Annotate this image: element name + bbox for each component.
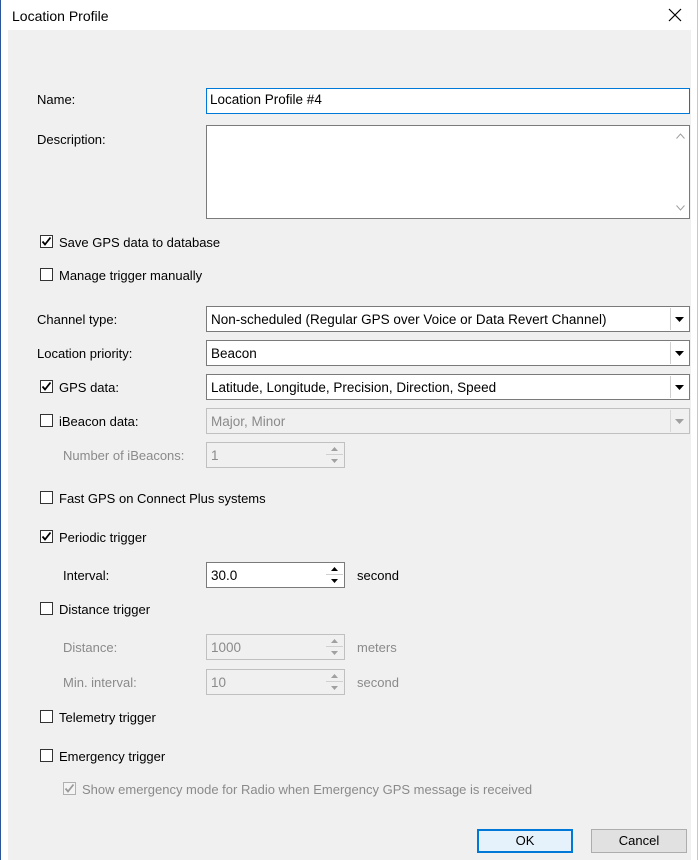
spin-up-button[interactable] <box>326 636 343 647</box>
spin-up-button[interactable] <box>326 564 343 575</box>
spin-down-icon <box>331 458 338 463</box>
ibeacon-data-checkbox[interactable] <box>40 414 53 427</box>
show-emergency-checkbox[interactable] <box>63 782 76 795</box>
spin-up-icon <box>331 447 338 451</box>
name-label: Name: <box>37 92 76 107</box>
periodic-trigger-label: Periodic trigger <box>59 530 147 545</box>
manage-trigger-checkbox[interactable] <box>40 268 53 281</box>
telemetry-trigger-checkbox[interactable] <box>40 710 53 723</box>
spin-down-button[interactable] <box>326 455 343 466</box>
spin-down-icon <box>331 650 338 655</box>
location-priority-dropdown-button[interactable] <box>670 342 688 364</box>
channel-type-label: Channel type: <box>37 312 118 327</box>
spin-down-button[interactable] <box>326 647 343 658</box>
distance-spinner[interactable]: 1000 <box>206 634 345 660</box>
num-ibeacons-spinner[interactable]: 1 <box>206 442 345 468</box>
spin-up-icon <box>331 639 338 643</box>
spin-up-button[interactable] <box>326 444 343 455</box>
num-ibeacons-spin-buttons[interactable] <box>326 444 343 466</box>
min-interval-spin-buttons[interactable] <box>326 671 343 693</box>
distance-label: Distance: <box>63 640 118 655</box>
interval-spinner[interactable]: 30.0 <box>206 562 345 588</box>
spin-down-button[interactable] <box>326 682 343 693</box>
spin-up-button[interactable] <box>326 671 343 682</box>
gps-data-label: GPS data: <box>59 380 119 395</box>
spin-up-icon <box>331 674 338 678</box>
ok-button[interactable]: OK <box>477 829 573 853</box>
min-interval-unit: second <box>357 675 399 690</box>
chevron-down-icon <box>675 316 684 322</box>
spin-down-button[interactable] <box>326 575 343 586</box>
ibeacon-data-value: Major, Minor <box>211 414 286 429</box>
checkmark-icon <box>41 236 52 246</box>
close-icon <box>668 8 682 22</box>
channel-type-select[interactable]: Non-scheduled (Regular GPS over Voice or… <box>206 306 690 332</box>
location-priority-label: Location priority: <box>37 346 133 361</box>
distance-trigger-checkbox[interactable] <box>40 602 53 615</box>
gps-data-checkbox[interactable] <box>40 380 53 393</box>
emergency-trigger-checkbox[interactable] <box>40 749 53 762</box>
title-bar: Location Profile <box>1 0 697 30</box>
scroll-up-icon[interactable] <box>676 133 685 139</box>
gps-data-value: Latitude, Longitude, Precision, Directio… <box>211 380 497 395</box>
chevron-down-icon <box>675 350 684 356</box>
checkmark-icon <box>64 783 75 793</box>
chevron-down-icon <box>675 384 684 390</box>
checkmark-icon <box>41 531 52 541</box>
description-input[interactable] <box>206 125 690 219</box>
emergency-trigger-label: Emergency trigger <box>59 749 166 764</box>
spin-down-icon <box>331 685 338 690</box>
show-emergency-label: Show emergency mode for Radio when Emerg… <box>82 782 533 797</box>
location-priority-select[interactable]: Beacon <box>206 340 690 366</box>
close-button[interactable] <box>653 0 697 30</box>
window-title: Location Profile <box>12 8 109 24</box>
min-interval-label: Min. interval: <box>63 675 137 690</box>
min-interval-spinner[interactable]: 10 <box>206 669 345 695</box>
telemetry-trigger-label: Telemetry trigger <box>59 710 156 725</box>
chevron-down-icon <box>675 418 684 424</box>
checkmark-icon <box>41 381 52 391</box>
description-scrollbar[interactable] <box>672 126 689 218</box>
distance-trigger-label: Distance trigger <box>59 602 151 617</box>
gps-data-dropdown-button[interactable] <box>670 376 688 398</box>
interval-value: 30.0 <box>211 568 238 583</box>
channel-type-dropdown-button[interactable] <box>670 308 688 330</box>
manage-trigger-label: Manage trigger manually <box>59 268 203 283</box>
save-gps-label: Save GPS data to database <box>59 235 221 250</box>
interval-label: Interval: <box>63 568 110 583</box>
cancel-button[interactable]: Cancel <box>591 829 687 853</box>
ibeacon-data-label: iBeacon data: <box>59 414 139 429</box>
gps-data-select[interactable]: Latitude, Longitude, Precision, Directio… <box>206 374 690 400</box>
scroll-down-icon[interactable] <box>676 205 685 211</box>
periodic-trigger-checkbox[interactable] <box>40 530 53 543</box>
min-interval-value: 10 <box>211 675 227 690</box>
distance-unit: meters <box>357 640 397 655</box>
fast-gps-label: Fast GPS on Connect Plus systems <box>59 491 266 506</box>
location-profile-dialog: Location Profile Name: Location Profile … <box>0 0 698 860</box>
distance-value: 1000 <box>211 640 242 655</box>
num-ibeacons-value: 1 <box>211 448 219 463</box>
location-priority-value: Beacon <box>211 346 257 361</box>
ibeacon-data-select[interactable]: Major, Minor <box>206 408 690 434</box>
interval-unit: second <box>357 568 399 583</box>
ibeacon-data-dropdown-button[interactable] <box>670 410 688 432</box>
spin-up-icon <box>331 567 338 571</box>
fast-gps-checkbox[interactable] <box>40 491 53 504</box>
name-value: Location Profile #4 <box>210 92 322 107</box>
channel-type-value: Non-scheduled (Regular GPS over Voice or… <box>211 312 607 327</box>
save-gps-checkbox[interactable] <box>40 235 53 248</box>
dialog-body: Name: Location Profile #4 Description: S… <box>8 30 691 860</box>
num-ibeacons-label: Number of iBeacons: <box>63 448 185 463</box>
interval-spin-buttons[interactable] <box>326 564 343 586</box>
name-input[interactable]: Location Profile #4 <box>206 88 690 114</box>
distance-spin-buttons[interactable] <box>326 636 343 658</box>
spin-down-icon <box>331 578 338 583</box>
description-label: Description: <box>37 132 106 147</box>
